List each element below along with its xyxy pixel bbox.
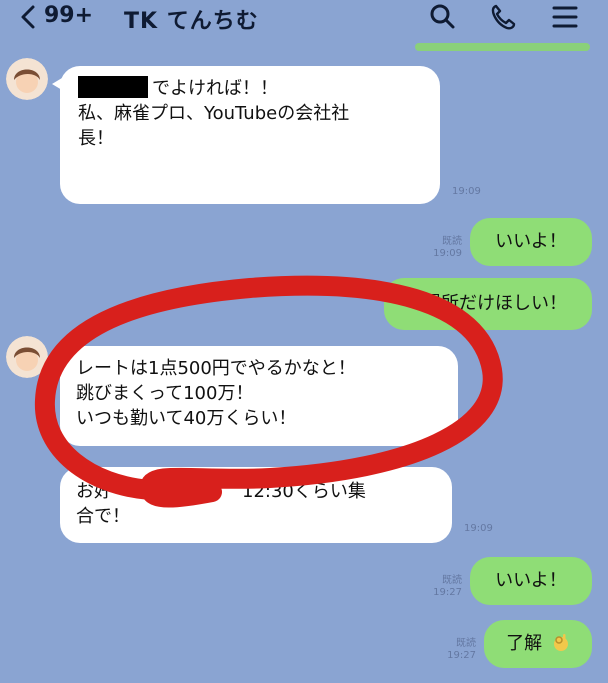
- avatar[interactable]: [6, 58, 48, 100]
- message-text: 12:30くらい集: [242, 481, 366, 502]
- chevron-left-icon[interactable]: [18, 4, 40, 30]
- read-receipt: 既読 19:27: [433, 575, 462, 598]
- unread-count[interactable]: 99+: [44, 3, 93, 28]
- message-bubble[interactable]: 場所だけほしい！: [384, 278, 592, 330]
- read-receipt: 既読 19:27: [447, 638, 476, 661]
- message-bubble[interactable]: いいよ！: [470, 218, 592, 266]
- chat-title: TK てんちむ: [124, 9, 259, 34]
- menu-icon[interactable]: [550, 2, 580, 32]
- message-time: 19:09: [464, 523, 493, 534]
- message-text: いつも勤いて40万くらい！: [76, 408, 297, 429]
- read-receipt: 既読 19:09: [433, 236, 462, 259]
- message-bubble[interactable]: でよければ！！ 私、麻雀プロ、YouTubeの会社社 長！: [52, 66, 440, 204]
- message-text: 長！: [78, 128, 114, 149]
- message-bubble[interactable]: レートは1点500円でやるかなと！ 跳びまくって100万！ いつも勤いて40万く…: [52, 346, 458, 446]
- avatar[interactable]: [6, 336, 48, 378]
- redaction-block: [78, 76, 148, 98]
- ok-hand-icon: [553, 634, 568, 651]
- message-bubble[interactable]: お好 12:30くらい集 合で！: [60, 467, 452, 543]
- message-text: いいよ！: [495, 570, 567, 591]
- message-text: レートは1点500円でやるかなと！: [76, 358, 356, 379]
- message-text: お好: [76, 481, 112, 502]
- message-text: いいよ！: [495, 231, 567, 252]
- message-text: 私、麻雀プロ、YouTubeの会社社: [78, 103, 350, 124]
- message-bubble[interactable]: 了解: [484, 620, 592, 668]
- message-text: でよければ！！: [152, 78, 278, 99]
- message-text: 了解: [506, 633, 543, 654]
- previous-message-edge: [415, 43, 590, 51]
- message-time: 19:09: [452, 186, 481, 197]
- message-text: 跳びまくって100万！: [76, 383, 254, 404]
- message-bubble[interactable]: いいよ！: [470, 557, 592, 605]
- phone-icon[interactable]: [488, 2, 518, 32]
- message-text: 合で！: [76, 506, 130, 527]
- message-text: 場所だけほしい！: [423, 293, 567, 314]
- chat-header: 99+ TK てんちむ: [0, 0, 608, 34]
- search-icon[interactable]: [427, 2, 457, 32]
